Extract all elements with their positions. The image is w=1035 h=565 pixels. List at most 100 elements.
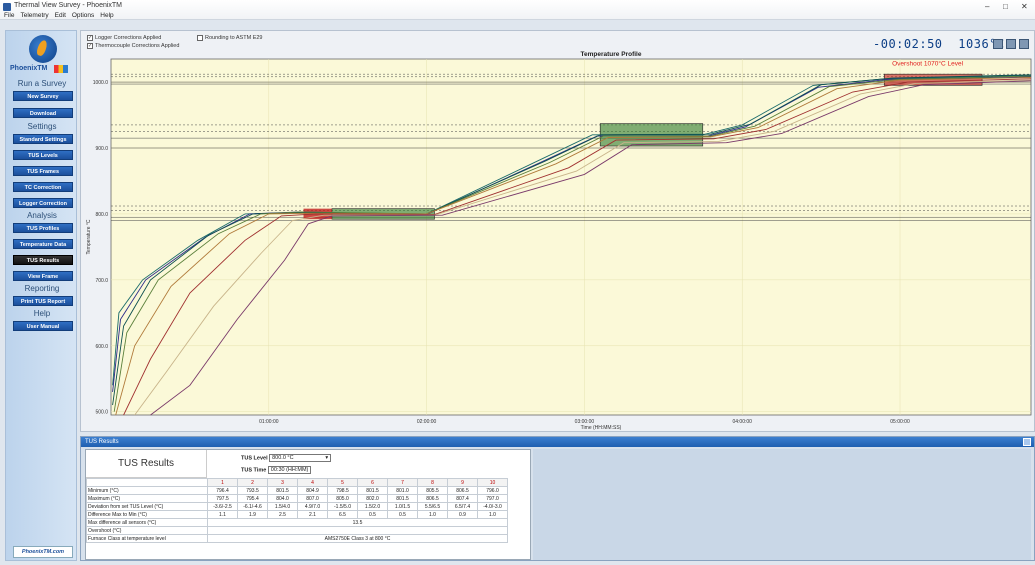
y-tick-label: 600.0 bbox=[95, 344, 108, 350]
menu-options[interactable]: Options bbox=[72, 12, 94, 19]
cell-value: 5.5/6.5 bbox=[417, 502, 448, 511]
plot-background bbox=[110, 58, 1032, 416]
cell-value: 797.5 bbox=[207, 494, 238, 503]
tus-levels-button[interactable]: TUS Levels bbox=[13, 150, 73, 160]
tus-frames-button[interactable]: TUS Frames bbox=[13, 166, 73, 176]
tus-level-select[interactable]: 800.0 °C ▾ bbox=[269, 454, 332, 462]
results-header-label: TUS Results bbox=[85, 439, 119, 445]
max-difference-row: Max difference all sensors (°C) 13.5 bbox=[86, 518, 508, 527]
maximize-button[interactable]: □ bbox=[1003, 2, 1008, 11]
download-button[interactable]: Download bbox=[13, 108, 73, 118]
tus-level-field: TUS Level 800.0 °C ▾ bbox=[241, 454, 332, 462]
cell-value: 802.0 bbox=[357, 494, 388, 503]
cell-value: 798.5 bbox=[327, 486, 358, 495]
column-header: 9 bbox=[447, 478, 478, 487]
y-tick-label: 1000.0 bbox=[93, 80, 109, 86]
results-empty-area bbox=[533, 449, 1031, 560]
cell-value: 807.4 bbox=[447, 494, 478, 503]
max-difference-row-value: 13.5 bbox=[207, 518, 508, 527]
standard-settings-button[interactable]: Standard Settings bbox=[13, 134, 73, 144]
table-header-label bbox=[86, 478, 208, 487]
tus-profiles-button[interactable]: TUS Profiles bbox=[13, 223, 73, 233]
cell-value: 1.1 bbox=[207, 510, 238, 519]
cell-value: 795.4 bbox=[237, 494, 268, 503]
logger-correction-button[interactable]: Logger Correction bbox=[13, 198, 73, 208]
background-strip bbox=[250, 0, 980, 18]
website-link[interactable]: PhoenixTM.com bbox=[13, 546, 73, 558]
title-bar: Thermal View Survey - PhoenixTM – □ ✕ bbox=[0, 0, 1035, 20]
furnace-class-row-label: Furnace Class at temperature level bbox=[86, 534, 208, 543]
furnace-class-row: Furnace Class at temperature level AMS275… bbox=[86, 534, 508, 543]
x-axis-label: Time (HH:MM:SS) bbox=[581, 425, 622, 431]
cell-value: -1.5/5.0 bbox=[327, 502, 358, 511]
cell-value: -6.1/-4.6 bbox=[237, 502, 268, 511]
cell-value: 806.5 bbox=[417, 494, 448, 503]
main-chart-panel: ✓ Logger Corrections Applied ✓ Thermocou… bbox=[80, 30, 1035, 432]
x-tick-label: 05:00:00 bbox=[890, 419, 910, 425]
user-manual-button[interactable]: User Manual bbox=[13, 321, 73, 331]
menu-help[interactable]: Help bbox=[100, 12, 113, 19]
x-tick-label: 02:00:00 bbox=[417, 419, 437, 425]
y-tick-label: 800.0 bbox=[95, 212, 108, 218]
table-row: Difference Max to Min (°C) 1.1 1.9 2.5 2.1 6.… bbox=[86, 510, 508, 519]
cell-value: 6.5/7.4 bbox=[447, 502, 478, 511]
section-settings: Settings bbox=[27, 122, 57, 131]
minimize-button[interactable]: – bbox=[985, 2, 989, 11]
cell-value: 805.0 bbox=[327, 494, 358, 503]
results-collapse-icon[interactable] bbox=[1023, 438, 1031, 446]
cell-value: 1.0/1.5 bbox=[387, 502, 418, 511]
column-header: 7 bbox=[387, 478, 418, 487]
y-tick-label: 500.0 bbox=[95, 410, 108, 416]
phoenix-logo-icon bbox=[29, 35, 57, 63]
cell-value: 1.5/4.0 bbox=[267, 502, 298, 511]
cell-value: 796.0 bbox=[477, 486, 508, 495]
cell-value: 1.0 bbox=[417, 510, 448, 519]
cell-value: 804.0 bbox=[267, 494, 298, 503]
cell-value: 806.5 bbox=[447, 486, 478, 495]
cell-value: 796.4 bbox=[207, 486, 238, 495]
menu-telemetry[interactable]: Telemetry bbox=[20, 12, 48, 19]
menu-file[interactable]: File bbox=[4, 12, 14, 19]
y-tick-label: 700.0 bbox=[95, 278, 108, 284]
cell-value: 797.0 bbox=[477, 494, 508, 503]
cell-value: 2.1 bbox=[297, 510, 328, 519]
results-table: 1 2 3 4 5 6 7 8 9 10 Minimum (°C) 796.4 793.5 801.5 80… bbox=[86, 478, 508, 543]
cell-value: -3.6/-2.5 bbox=[207, 502, 238, 511]
column-header: 5 bbox=[327, 478, 358, 487]
tus-time-field: TUS Time 00:30 (HH:MM) bbox=[241, 466, 312, 474]
row-label: Maximum (°C) bbox=[86, 494, 208, 503]
cell-value: 4.9/7.0 bbox=[297, 502, 328, 511]
cell-value: 6.5 bbox=[327, 510, 358, 519]
tus-level-value: 800.0 °C bbox=[272, 455, 294, 461]
table-header-row: 1 2 3 4 5 6 7 8 9 10 bbox=[86, 478, 508, 487]
section-reporting: Reporting bbox=[24, 284, 60, 293]
cell-value: 793.5 bbox=[237, 486, 268, 495]
column-header: 10 bbox=[477, 478, 508, 487]
chevron-down-icon: ▾ bbox=[325, 455, 329, 461]
new-survey-button[interactable]: New Survey bbox=[13, 91, 73, 101]
results-header: TUS Results bbox=[81, 437, 1034, 447]
cell-value: 0.5 bbox=[357, 510, 388, 519]
table-row: Maximum (°C) 797.5 795.4 804.0 807.0 805.0 802… bbox=[86, 494, 508, 503]
column-header: 6 bbox=[357, 478, 388, 487]
view-frame-button[interactable]: View Frame bbox=[13, 271, 73, 281]
print-tus-report-button[interactable]: Print TUS Report bbox=[13, 296, 73, 306]
tc-correction-button[interactable]: TC Correction bbox=[13, 182, 73, 192]
menu-bar: File Telemetry Edit Options Help bbox=[4, 12, 114, 19]
close-button[interactable]: ✕ bbox=[1021, 2, 1028, 11]
tus-results-panel: TUS Results TUS Results TUS Level 800.0 … bbox=[80, 436, 1035, 561]
tus-time-value: 00:30 (HH:MM) bbox=[267, 466, 312, 474]
y-axis-label: Temperature °C bbox=[86, 219, 92, 254]
menu-edit[interactable]: Edit bbox=[55, 12, 66, 19]
cell-value: 1.5/2.0 bbox=[357, 502, 388, 511]
temperature-profile-chart[interactable]: Temperature Profile Time (HH:MM:SS) Temp… bbox=[81, 31, 1035, 433]
row-label: Minimum (°C) bbox=[86, 486, 208, 495]
temperature-data-button[interactable]: Temperature Data bbox=[13, 239, 73, 249]
sidebar: PhoenixTM Run a Survey New Survey Downlo… bbox=[5, 30, 77, 561]
tus-time-label: TUS Time bbox=[241, 467, 267, 474]
tus-results-button[interactable]: TUS Results bbox=[13, 255, 73, 265]
column-header: 3 bbox=[267, 478, 298, 487]
overshoot-annotation: Overshoot 1070°C Level bbox=[892, 60, 963, 68]
brand-name: PhoenixTM bbox=[10, 65, 48, 72]
section-analysis: Analysis bbox=[27, 211, 57, 220]
